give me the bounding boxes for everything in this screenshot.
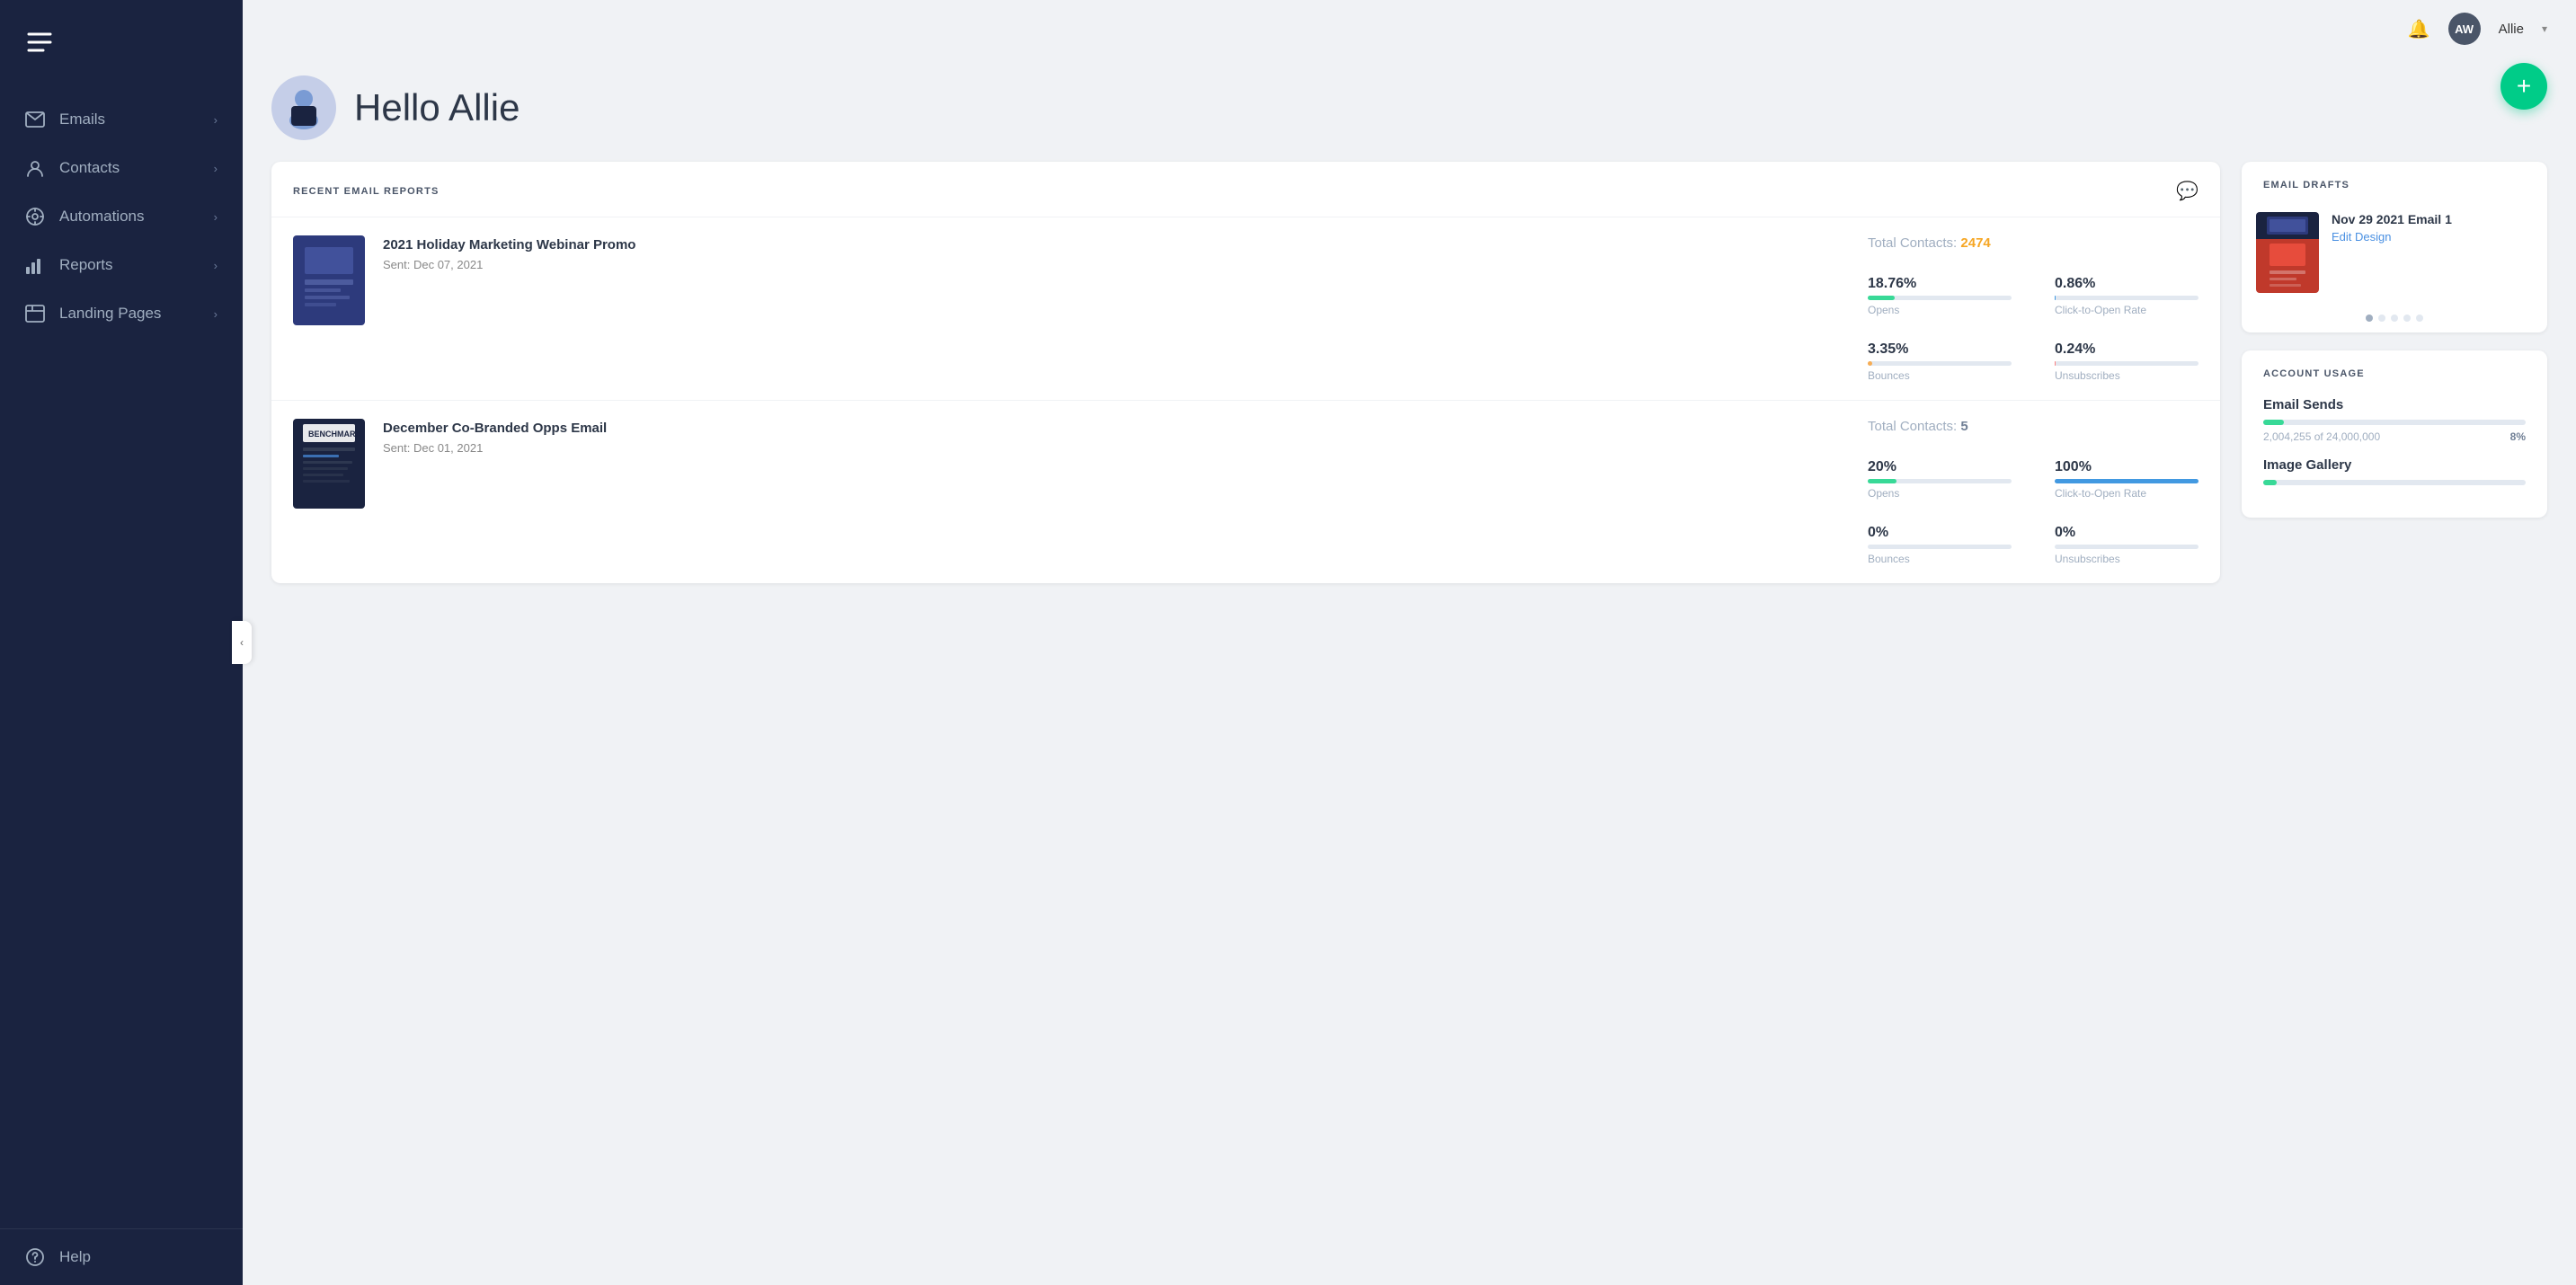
logo[interactable] xyxy=(0,0,243,86)
report-date-2: Sent: Dec 01, 2021 xyxy=(383,441,1850,455)
sidebar-item-contacts[interactable]: Contacts › xyxy=(0,144,243,192)
report-stats-1: 18.76% Opens 3.35% Bounces xyxy=(1868,276,2198,382)
carousel-dot-2[interactable] xyxy=(2378,315,2385,322)
stat-opens-2: 20% Opens xyxy=(1868,459,2012,500)
usage-image-gallery: Image Gallery xyxy=(2263,457,2526,485)
email-drafts-title: EMAIL DRAFTS xyxy=(2263,180,2349,191)
automations-chevron-icon: › xyxy=(214,210,218,224)
email-drafts-card: EMAIL DRAFTS xyxy=(2242,162,2547,332)
contacts-chevron-icon: › xyxy=(214,162,218,175)
stat-cto-1: 0.86% Click-to-Open Rate xyxy=(2055,276,2198,316)
recent-reports-card-header: RECENT EMAIL REPORTS 💬 xyxy=(271,162,2220,217)
main-column: RECENT EMAIL REPORTS 💬 xyxy=(271,162,2220,583)
report-thumb-2: BENCHMARK xyxy=(293,419,365,509)
draft-name: Nov 29 2021 Email 1 xyxy=(2332,212,2533,226)
sidebar-item-emails[interactable]: Emails › xyxy=(0,95,243,144)
report-thumb-1 xyxy=(293,235,365,325)
page-header: Hello Allie xyxy=(271,75,2547,140)
stat-cto-2: 100% Click-to-Open Rate xyxy=(2055,459,2198,500)
emails-chevron-icon: › xyxy=(214,113,218,127)
report-stats-2: 20% Opens 0% Bounces xyxy=(1868,459,2198,565)
total-contacts-1: Total Contacts: 2474 xyxy=(1868,235,2198,251)
email-icon xyxy=(25,110,45,129)
side-column: EMAIL DRAFTS xyxy=(2242,162,2547,518)
usage-image-gallery-bar xyxy=(2263,480,2277,485)
email-drafts-header: EMAIL DRAFTS xyxy=(2242,162,2547,201)
usage-email-sends-label: Email Sends xyxy=(2263,397,2526,412)
account-usage-title: ACCOUNT USAGE xyxy=(2263,368,2526,379)
usage-email-sends-bar xyxy=(2263,420,2284,425)
report-name-2: December Co-Branded Opps Email xyxy=(383,419,1850,438)
content-area: + Hello Allie RECENT EMAIL REPORTS 💬 xyxy=(243,58,2576,1285)
recent-reports-title: RECENT EMAIL REPORTS xyxy=(293,186,440,197)
landing-pages-chevron-icon: › xyxy=(214,307,218,321)
stat-opens-1: 18.76% Opens xyxy=(1868,276,2012,316)
help-icon xyxy=(25,1247,45,1267)
chat-icon[interactable]: 💬 xyxy=(2176,180,2198,202)
usage-image-gallery-label: Image Gallery xyxy=(2263,457,2526,473)
sidebar-item-reports-label: Reports xyxy=(59,256,113,274)
sidebar-item-landing-pages[interactable]: Landing Pages › xyxy=(0,289,243,338)
automations-icon xyxy=(25,207,45,226)
svg-text:BENCHMARK: BENCHMARK xyxy=(308,430,360,439)
sidebar-item-automations[interactable]: Automations › xyxy=(0,192,243,241)
sidebar-footer: Help xyxy=(0,1228,243,1285)
reports-icon xyxy=(25,255,45,275)
usage-email-sends: Email Sends 2,004,255 of 24,000,000 8% xyxy=(2263,397,2526,443)
sidebar: Emails › Contacts › xyxy=(0,0,243,1285)
dashboard-columns: RECENT EMAIL REPORTS 💬 xyxy=(271,162,2547,583)
report-name-1: 2021 Holiday Marketing Webinar Promo xyxy=(383,235,1850,254)
usage-email-sends-pct: 8% xyxy=(2510,430,2526,443)
sidebar-item-help[interactable]: Help xyxy=(25,1247,218,1267)
contacts-icon xyxy=(25,158,45,178)
usage-email-sends-meta: 2,004,255 of 24,000,000 8% xyxy=(2263,430,2526,443)
help-label: Help xyxy=(59,1248,91,1266)
draft-info-1: Nov 29 2021 Email 1 Edit Design xyxy=(2332,212,2533,244)
draft-item-1[interactable]: Nov 29 2021 Email 1 Edit Design xyxy=(2242,201,2547,304)
stat-bounces-2: 0% Bounces xyxy=(1868,525,2012,565)
fab-add-button[interactable]: + xyxy=(2500,63,2547,110)
draft-thumbnail xyxy=(2256,212,2319,293)
total-contacts-2: Total Contacts: 5 xyxy=(1868,419,2198,434)
report-date-1: Sent: Dec 07, 2021 xyxy=(383,258,1850,271)
user-illustration-avatar xyxy=(271,75,336,140)
stat-unsub-2: 0% Unsubscribes xyxy=(2055,525,2198,565)
sidebar-collapse-handle[interactable]: ‹ xyxy=(232,621,252,664)
sidebar-nav: Emails › Contacts › xyxy=(0,86,243,1228)
carousel-dot-4[interactable] xyxy=(2403,315,2411,322)
page-title: Hello Allie xyxy=(354,86,520,129)
sidebar-item-emails-label: Emails xyxy=(59,111,105,128)
report-info-2: December Co-Branded Opps Email Sent: Dec… xyxy=(383,419,1850,455)
user-name[interactable]: Allie xyxy=(2499,22,2524,37)
account-usage-content: ACCOUNT USAGE Email Sends 2,004,255 of 2… xyxy=(2242,350,2547,518)
reports-chevron-icon: › xyxy=(214,259,218,272)
report-info-1: 2021 Holiday Marketing Webinar Promo Sen… xyxy=(383,235,1850,271)
report-item-2[interactable]: BENCHMARK December Co-Branded Opps Email xyxy=(271,400,2220,583)
notification-bell-icon[interactable]: 🔔 xyxy=(2408,18,2430,40)
report-item-1[interactable]: 2021 Holiday Marketing Webinar Promo Sen… xyxy=(271,217,2220,400)
draft-carousel-dots xyxy=(2242,304,2547,332)
user-menu-chevron-icon[interactable]: ▾ xyxy=(2542,22,2547,35)
stat-unsub-1: 0.24% Unsubscribes xyxy=(2055,341,2198,382)
usage-email-sends-count: 2,004,255 of 24,000,000 xyxy=(2263,430,2380,443)
recent-reports-card: RECENT EMAIL REPORTS 💬 xyxy=(271,162,2220,583)
sidebar-item-reports[interactable]: Reports › xyxy=(0,241,243,289)
sidebar-item-landing-pages-label: Landing Pages xyxy=(59,305,161,323)
carousel-dot-3[interactable] xyxy=(2391,315,2398,322)
sidebar-item-contacts-label: Contacts xyxy=(59,159,120,177)
carousel-dot-1[interactable] xyxy=(2366,315,2373,322)
user-avatar: AW xyxy=(2448,13,2481,45)
carousel-dot-5[interactable] xyxy=(2416,315,2423,322)
landing-pages-icon xyxy=(25,304,45,323)
topbar: 🔔 AW Allie ▾ xyxy=(243,0,2576,58)
main-area: 🔔 AW Allie ▾ + Hello Allie xyxy=(243,0,2576,1285)
stat-bounces-1: 3.35% Bounces xyxy=(1868,341,2012,382)
draft-edit-button[interactable]: Edit Design xyxy=(2332,230,2533,244)
account-usage-card: ACCOUNT USAGE Email Sends 2,004,255 of 2… xyxy=(2242,350,2547,518)
sidebar-item-automations-label: Automations xyxy=(59,208,145,226)
